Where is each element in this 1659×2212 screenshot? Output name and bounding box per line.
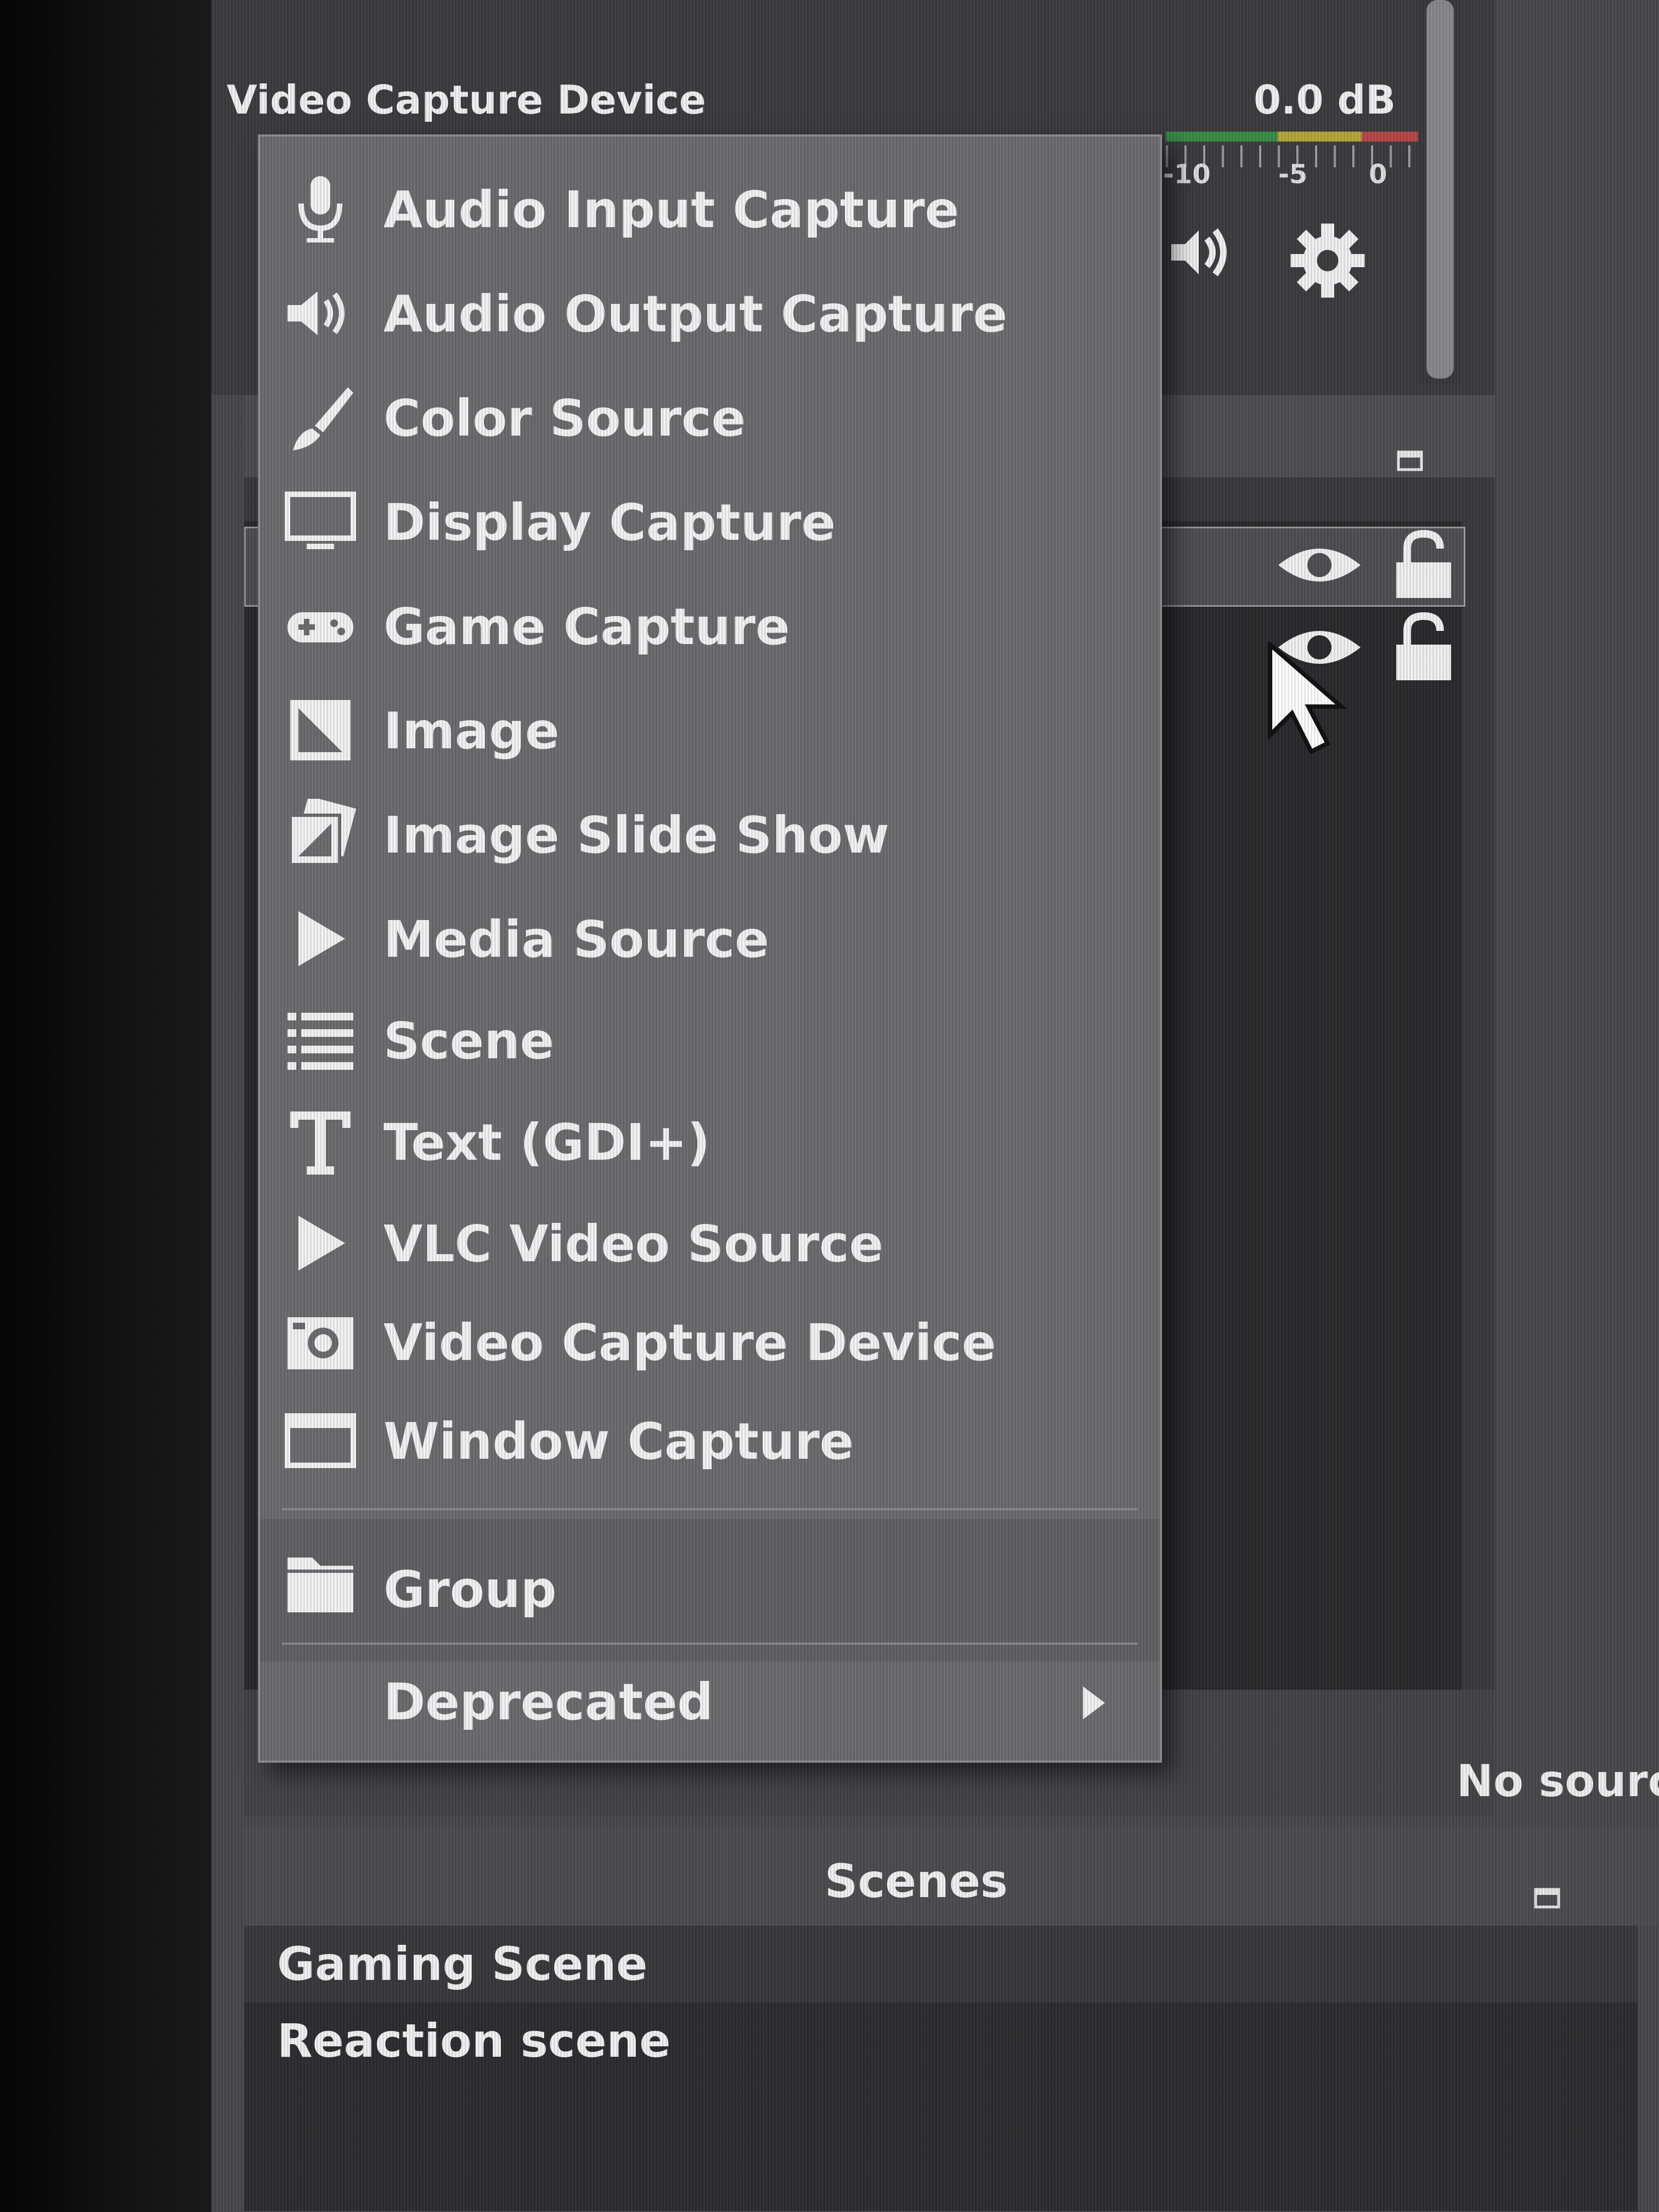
text-icon (290, 1111, 351, 1175)
menu-item-label: Image Slide Show (383, 806, 890, 865)
paintbrush-icon (293, 387, 353, 450)
menu-item-media-source[interactable]: Media Source (260, 891, 1160, 987)
menu-item-vlc-video-source[interactable]: VLC Video Source (260, 1195, 1160, 1291)
menu-item-image[interactable]: Image (260, 682, 1160, 778)
meter-tick-label: 0 (1369, 159, 1387, 190)
meter-tick-label: -5 (1278, 159, 1308, 190)
menu-item-display-capture[interactable]: Display Capture (260, 474, 1160, 570)
window-icon (285, 1413, 356, 1468)
menu-item-audio-output-capture[interactable]: Audio Output Capture (260, 266, 1160, 362)
menu-item-label: Audio Output Capture (383, 285, 1008, 343)
undock-icon[interactable] (1533, 1887, 1561, 1909)
menu-item-label: Display Capture (383, 493, 836, 552)
menu-item-audio-input-capture[interactable]: Audio Input Capture (260, 161, 1160, 257)
undock-icon[interactable] (1396, 450, 1424, 472)
menu-item-deprecated[interactable]: Deprecated (260, 1654, 1160, 1750)
camera-icon (287, 1317, 353, 1369)
play-icon (298, 911, 345, 966)
chevron-right-icon (1083, 1686, 1105, 1719)
menu-separator (282, 1643, 1138, 1645)
slideshow-icon (289, 799, 357, 866)
speaker-icon[interactable] (1166, 219, 1232, 285)
menu-item-label: Deprecated (383, 1673, 714, 1731)
meter-tick-label: -10 (1163, 159, 1211, 190)
menu-item-label: Window Capture (383, 1412, 854, 1471)
menu-item-label: Image (383, 702, 560, 760)
mouse-cursor-icon (1268, 642, 1347, 755)
menu-item-video-capture-device[interactable]: Video Capture Device (260, 1294, 1160, 1390)
menu-item-image-slide-show[interactable]: Image Slide Show (260, 787, 1160, 883)
menu-item-label: Video Capture Device (383, 1313, 996, 1372)
add-source-context-menu: Audio Input Capture Audio Output Capture… (258, 134, 1162, 1763)
scenes-title: Scenes (824, 1854, 1008, 1908)
menu-item-group[interactable]: Group (260, 1519, 1160, 1662)
mixer-source-name: Video Capture Device (227, 77, 706, 123)
eye-icon[interactable] (1276, 538, 1363, 592)
menu-item-label: Audio Input Capture (383, 180, 960, 239)
gear-icon[interactable] (1286, 219, 1369, 302)
play-icon (298, 1216, 345, 1271)
menu-item-text-gdi[interactable]: Text (GDI+) (260, 1094, 1160, 1190)
monitor-bezel (0, 0, 211, 2212)
menu-item-label: Text (GDI+) (383, 1113, 710, 1172)
menu-item-label: Scene (383, 1012, 555, 1070)
image-icon (290, 700, 351, 760)
mixer-db-value: 0.0 dB (1254, 77, 1396, 123)
scene-item[interactable]: Reaction scene (244, 2002, 1638, 2079)
menu-item-label: Group (383, 1560, 557, 1619)
menu-item-label: Game Capture (383, 597, 790, 656)
lock-icon[interactable] (1391, 612, 1457, 683)
scene-item[interactable]: Gaming Scene (244, 1926, 1638, 2002)
mixer-scrollbar-thumb[interactable] (1426, 0, 1454, 379)
menu-item-color-source[interactable]: Color Source (260, 370, 1160, 466)
menu-separator (282, 1508, 1138, 1510)
folder-icon (287, 1558, 353, 1612)
menu-item-game-capture[interactable]: Game Capture (260, 578, 1160, 674)
scenes-list: Gaming Scene Reaction scene (244, 1926, 1638, 2211)
menu-item-label: VLC Video Source (383, 1215, 884, 1273)
volume-meter (1166, 132, 1446, 142)
monitor-icon (285, 492, 356, 549)
speaker-icon (287, 291, 345, 335)
gamepad-icon (287, 612, 353, 642)
menu-item-label: Media Source (383, 910, 769, 969)
microphone-icon (298, 176, 342, 242)
menu-item-label: Color Source (383, 389, 746, 448)
list-icon (287, 1013, 353, 1070)
menu-item-window-capture[interactable]: Window Capture (260, 1393, 1160, 1489)
no-source-label: No sourc (1457, 1756, 1659, 1807)
menu-item-scene[interactable]: Scene (260, 992, 1160, 1088)
obs-window: Video Capture Device 0.0 dB -10 -5 0 No … (211, 0, 1659, 2212)
lock-icon[interactable] (1391, 529, 1457, 601)
